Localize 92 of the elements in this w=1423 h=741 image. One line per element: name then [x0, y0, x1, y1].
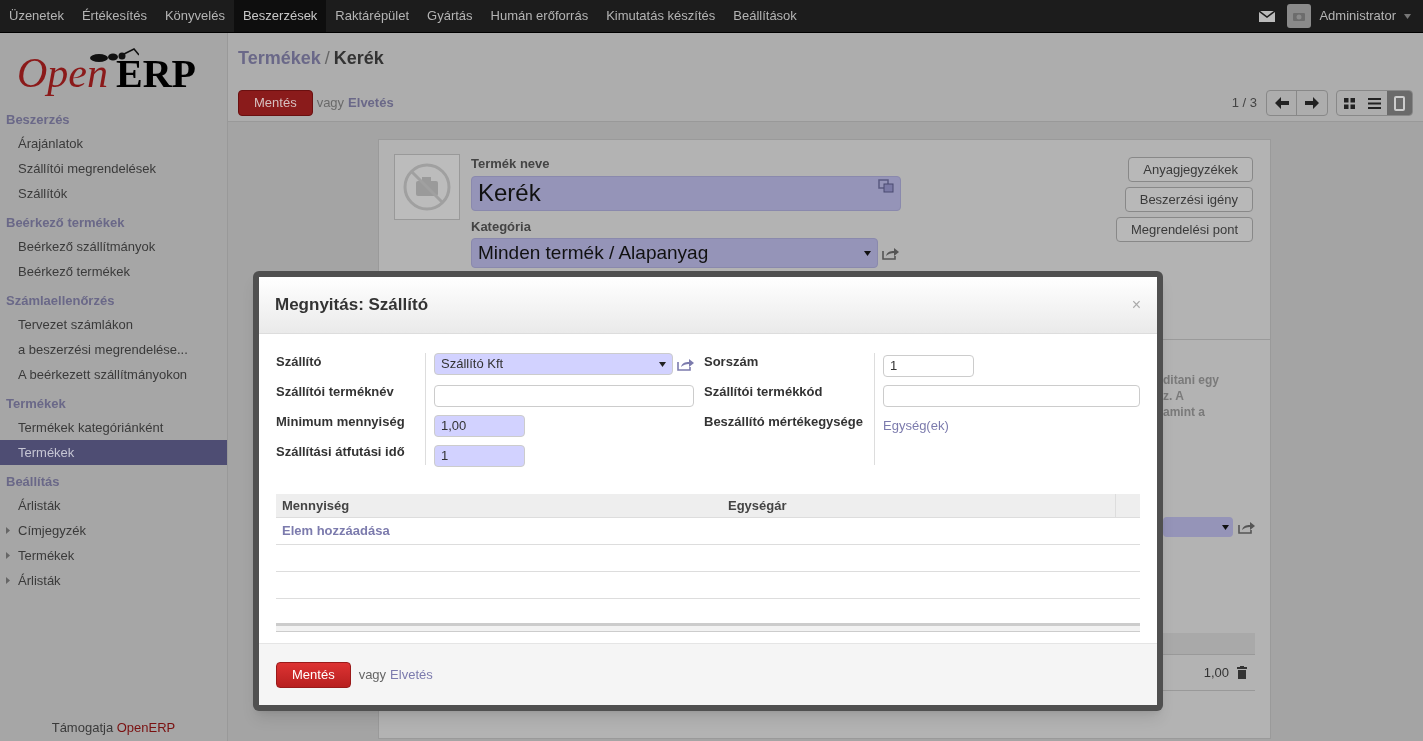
action-button[interactable]: Beszerzési igény	[1124, 187, 1253, 212]
field-label: Termék neve	[471, 155, 551, 173]
discard-link[interactable]: Elvetés	[390, 664, 433, 685]
menu-tab[interactable]: Raktárépület	[326, 0, 419, 32]
expand-icon[interactable]	[6, 577, 10, 584]
column-header: Mennyiség	[281, 496, 351, 515]
select-field[interactable]	[1163, 517, 1233, 537]
field-label: Szállítói termékkód	[704, 383, 824, 401]
field-label: Beszállító mértékegysége	[704, 413, 864, 431]
sidebar-heading: Számlaellenőrzés	[5, 292, 116, 310]
save-button[interactable]: Mentés	[238, 90, 313, 116]
sidebar-item[interactable]: Árlisták	[0, 568, 227, 593]
list-icon	[1368, 97, 1381, 109]
note-text: amint a	[1163, 404, 1206, 420]
input-field[interactable]	[434, 384, 694, 407]
sidebar-item[interactable]: Tervezet számlákon	[0, 312, 227, 337]
menu-tab[interactable]: Könyvelés	[155, 0, 234, 32]
avatar-icon	[1287, 4, 1312, 28]
save-button[interactable]: Mentés	[276, 661, 351, 688]
action-button[interactable]: Megrendelési pont	[1116, 217, 1253, 242]
sidebar-item[interactable]: Szállítók	[0, 181, 227, 206]
field-label: Szállítási átfutási idő	[276, 443, 406, 461]
external-link-icon[interactable]	[1238, 520, 1255, 534]
menu-tab[interactable]: Gyártás	[418, 0, 482, 32]
note-text: ditani egy	[1163, 372, 1220, 388]
grid-icon	[1344, 97, 1355, 109]
field-label: Sorszám	[704, 353, 760, 371]
sidebar-heading: Beérkező termékek	[5, 214, 126, 232]
sidebar-item[interactable]: Árlisták	[0, 493, 227, 518]
sidebar-item[interactable]: Termékek	[0, 543, 227, 568]
pager-text: 1 / 3	[1231, 94, 1257, 113]
trash-icon[interactable]	[1237, 666, 1247, 679]
menu-tab[interactable]: Beállítások	[724, 0, 806, 32]
input-field[interactable]: 1,00	[434, 414, 525, 437]
or-text: vagy	[358, 665, 387, 684]
menu-tab[interactable]: Beszerzések	[233, 0, 327, 32]
sidebar-heading: Beállítás	[5, 473, 61, 491]
sidebar-item[interactable]: A beérkezett szállítmányokon	[0, 362, 227, 387]
expand-icon[interactable]	[6, 552, 10, 559]
menu-tab[interactable]: Humán erőforrás	[481, 0, 598, 32]
caret-icon	[864, 250, 871, 256]
translate-icon[interactable]	[878, 178, 894, 193]
sidebar-item[interactable]: Beérkező szállítmányok	[0, 234, 227, 259]
sidebar-item[interactable]: a beszerzési megrendelése...	[0, 337, 227, 362]
action-button[interactable]: Anyagjegyzékek	[1128, 157, 1253, 182]
external-link-icon[interactable]	[882, 246, 899, 260]
caret-icon	[659, 361, 666, 367]
menu-tab[interactable]: Üzenetek	[0, 0, 73, 32]
powered-by-text: Támogatja OpenERP	[51, 719, 176, 735]
menu-tab[interactable]: Kimutatás készítés	[597, 0, 725, 32]
sidebar-item[interactable]: Címjegyzék	[0, 518, 227, 543]
category-select[interactable]: Minden termék / Alapanyag	[471, 238, 878, 268]
input-field[interactable]: 1	[883, 354, 974, 377]
sidebar-heading: Beszerzés	[5, 111, 71, 129]
caret-icon	[1222, 524, 1229, 530]
arrow-right-icon	[1305, 97, 1319, 109]
external-link-icon[interactable]	[677, 357, 694, 371]
dialog-title: Megnyitás: Szállító	[275, 294, 429, 317]
caret-icon	[1404, 13, 1411, 19]
breadcrumb-current: Kerék	[333, 47, 384, 70]
field-label: Minimum mennyiség	[276, 413, 406, 431]
field-label: Szállító	[276, 353, 323, 371]
note-text: z. A	[1163, 388, 1185, 404]
table-cell-text: 1,00	[1203, 663, 1229, 682]
expand-icon[interactable]	[6, 527, 10, 534]
sidebar-item[interactable]: Szállítói megrendelések	[0, 156, 227, 181]
sidebar-heading: Termékek	[5, 395, 67, 413]
add-item-link[interactable]: Elem hozzáadása	[282, 521, 390, 541]
user-name[interactable]: Administrator	[1319, 6, 1396, 26]
sidebar-item[interactable]: Termékek kategóriánként	[0, 415, 227, 440]
input-field[interactable]	[883, 384, 1140, 407]
breadcrumb-separator: /	[324, 47, 330, 70]
field-label: Szállítói terméknév	[276, 383, 395, 401]
no-photo-icon	[402, 162, 452, 212]
unit-link[interactable]: Egység(ek)	[883, 418, 949, 433]
page-icon	[1394, 95, 1405, 111]
arrow-left-icon	[1274, 97, 1289, 109]
or-text: vagy	[316, 94, 345, 113]
sidebar-item[interactable]: Árajánlatok	[0, 131, 227, 156]
product-name-field[interactable]: Kerék	[471, 175, 901, 211]
sidebar-item[interactable]: Beérkező termékek	[0, 259, 227, 284]
logo-text: ERP	[116, 53, 196, 94]
sidebar-item[interactable]: Termékek	[0, 440, 227, 465]
logo-text: Open	[17, 51, 108, 94]
supplier-select[interactable]: Szállító Kft	[434, 353, 673, 375]
input-field[interactable]: 1	[434, 444, 525, 467]
mail-icon[interactable]	[1259, 10, 1276, 22]
column-header: Egységár	[728, 496, 788, 515]
field-label: Kategória	[471, 217, 532, 236]
openerp-link[interactable]: OpenERP	[116, 719, 176, 735]
view-switch-button[interactable]	[1387, 91, 1412, 115]
menu-tab[interactable]: Értékesítés	[72, 0, 156, 32]
